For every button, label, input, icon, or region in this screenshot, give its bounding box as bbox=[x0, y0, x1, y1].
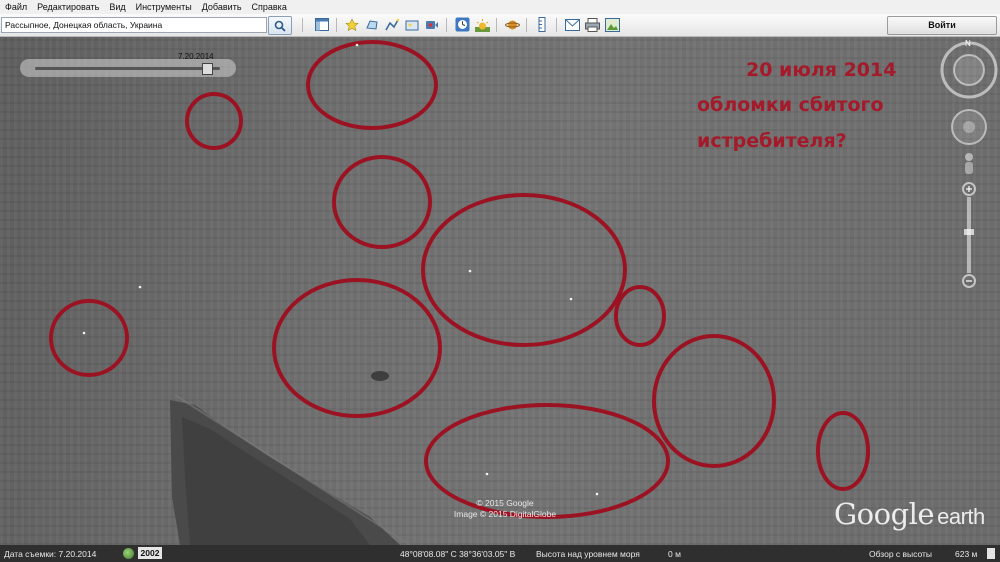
print-button[interactable] bbox=[583, 16, 601, 33]
add-path-button[interactable] bbox=[383, 16, 401, 33]
imagery-date: Дата съемки: 7.20.2014 bbox=[4, 549, 97, 559]
placemark-icon bbox=[345, 17, 359, 31]
debris-speck bbox=[485, 472, 489, 476]
toolbar-separator bbox=[526, 18, 527, 32]
search-button[interactable] bbox=[268, 16, 292, 35]
menu-help[interactable]: Справка bbox=[247, 0, 292, 14]
globe-icon bbox=[123, 548, 134, 559]
time-slider-thumb[interactable] bbox=[202, 63, 214, 75]
image-overlay-icon bbox=[405, 20, 419, 30]
status-bar: Дата съемки: 7.20.2014 2002 48°08'08.08"… bbox=[0, 545, 1000, 562]
debris-speck bbox=[355, 43, 359, 47]
look-around-icon[interactable]: N bbox=[940, 39, 998, 99]
toolbar-separator bbox=[556, 18, 557, 32]
path-icon bbox=[385, 18, 399, 30]
menu-add[interactable]: Добавить bbox=[197, 0, 247, 14]
annotation-line2: истребителя? bbox=[697, 130, 847, 152]
copyright-google: © 2015 Google bbox=[476, 498, 534, 508]
streaming-indicator bbox=[987, 548, 995, 559]
menu-bar: Файл Редактировать Вид Инструменты Добав… bbox=[0, 0, 1000, 15]
ruler-icon bbox=[538, 17, 546, 32]
compass-north-icon: N bbox=[965, 39, 971, 48]
add-image-overlay-button[interactable] bbox=[403, 16, 421, 33]
toolbar-separator bbox=[446, 18, 447, 32]
time-slider-date: 7.20.2014 bbox=[178, 52, 214, 61]
historical-imagery-icon bbox=[455, 17, 469, 32]
map-viewport[interactable]: 7.20.2014 20 июля 2014 обломки сбитого и… bbox=[0, 37, 1000, 545]
debris-speck bbox=[595, 492, 599, 496]
eye-altitude-value: 623 м bbox=[955, 549, 978, 559]
email-button[interactable] bbox=[563, 16, 581, 33]
time-slider[interactable]: 7.20.2014 bbox=[20, 52, 236, 77]
logo-product: earth bbox=[937, 504, 985, 529]
annotation-line1: обломки сбитого bbox=[697, 94, 884, 116]
email-icon bbox=[564, 18, 580, 31]
annotation-circle bbox=[332, 155, 432, 249]
record-tour-button[interactable] bbox=[423, 16, 441, 33]
debris-speck bbox=[569, 297, 573, 301]
street-view-pegman-icon[interactable] bbox=[965, 153, 973, 174]
menu-tools[interactable]: Инструменты bbox=[131, 0, 197, 14]
historical-imagery-button[interactable] bbox=[453, 16, 471, 33]
search-icon bbox=[274, 20, 286, 32]
zoom-slider[interactable] bbox=[962, 182, 976, 288]
historical-year-badge[interactable]: 2002 bbox=[138, 547, 162, 559]
sunlight-button[interactable] bbox=[473, 16, 491, 33]
save-image-icon bbox=[604, 17, 620, 32]
debris-speck bbox=[468, 269, 472, 273]
save-image-button[interactable] bbox=[603, 16, 621, 33]
record-tour-icon bbox=[426, 20, 438, 29]
elevation-value: 0 м bbox=[668, 549, 681, 559]
planets-button[interactable] bbox=[503, 16, 521, 33]
coordinates: 48°08'08.08" С 38°36'03.05" В bbox=[400, 549, 516, 559]
ruler-button[interactable] bbox=[533, 16, 551, 33]
annotation-circle bbox=[306, 40, 438, 130]
toolbar-separator bbox=[496, 18, 497, 32]
elevation-label: Высота над уровнем моря bbox=[536, 549, 640, 559]
annotation-circle bbox=[49, 299, 129, 377]
annotation-circle bbox=[652, 334, 776, 468]
time-slider-track[interactable] bbox=[35, 67, 220, 70]
polygon-icon bbox=[366, 19, 378, 30]
move-joystick-icon[interactable] bbox=[951, 109, 987, 145]
add-placemark-button[interactable] bbox=[343, 16, 361, 33]
toolbar-separator bbox=[302, 18, 303, 32]
annotation-circle bbox=[816, 411, 870, 491]
google-earth-logo: Google earth bbox=[834, 497, 985, 531]
annotation-circle bbox=[421, 193, 627, 347]
eye-altitude-label: Обзор с высоты bbox=[869, 549, 933, 559]
debris-speck bbox=[82, 331, 86, 335]
search-go-button[interactable]: Войти bbox=[887, 16, 997, 35]
logo-brand: Google bbox=[834, 497, 935, 531]
annotation-circle bbox=[185, 92, 243, 150]
sidebar-icon bbox=[315, 18, 329, 31]
annotation-circle bbox=[272, 278, 442, 418]
menu-edit[interactable]: Редактировать bbox=[32, 0, 104, 14]
annotation-date: 20 июля 2014 bbox=[746, 59, 897, 81]
print-icon bbox=[584, 17, 600, 32]
annotation-circle bbox=[614, 285, 666, 347]
add-polygon-button[interactable] bbox=[363, 16, 381, 33]
navigation-controls: N bbox=[938, 37, 1000, 317]
search-input[interactable]: Рассыпное, Донецкая область, Украина bbox=[1, 17, 267, 33]
toolbar: Рассыпное, Донецкая область, Украина Вой… bbox=[0, 14, 1000, 37]
copyright-imagery: Image © 2015 DigitalGlobe bbox=[453, 509, 557, 519]
menu-file[interactable]: Файл bbox=[0, 0, 32, 14]
menu-view[interactable]: Вид bbox=[104, 0, 130, 14]
debris-speck bbox=[138, 285, 142, 289]
toolbar-separator bbox=[336, 18, 337, 32]
sunlight-icon bbox=[474, 18, 490, 32]
planets-icon bbox=[504, 20, 520, 29]
sidebar-toggle-button[interactable] bbox=[313, 16, 331, 33]
